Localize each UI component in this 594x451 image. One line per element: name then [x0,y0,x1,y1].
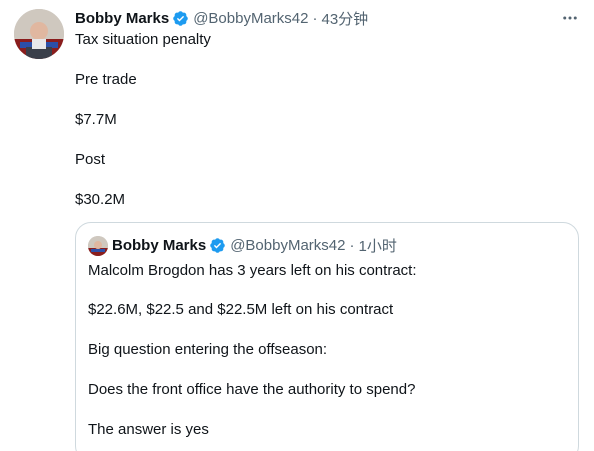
quoted-author-name: Bobby Marks [112,236,207,254]
author-handle[interactable]: @BobbyMarks42 [193,10,308,27]
quoted-text-line: $22.6M, $22.5 and $22.5M left on his con… [88,301,394,318]
quoted-tweet-card[interactable]: Bobby Marks @BobbyMarks42 · 1小时 Malcolm … [75,222,579,451]
separator-dot: · [312,9,318,27]
verified-badge-icon [172,10,189,27]
tweet-timestamp[interactable]: 43分钟 [321,8,368,29]
tweet-text-line: Tax situation penalty [75,31,211,48]
more-options-icon[interactable] [560,8,580,28]
tweet-text-line: $30.2M [75,191,126,208]
author-avatar[interactable] [14,9,64,59]
quoted-author-avatar [88,236,108,256]
quoted-text-line: Big question entering the offseason: [88,341,328,358]
tweet-header: Bobby Marks @BobbyMarks42 · 43分钟 [75,8,368,28]
tweet: Bobby Marks @BobbyMarks42 · 43分钟 Tax sit… [0,0,594,451]
quoted-text-line: Does the front office have the authority… [88,381,416,398]
quoted-author-handle: @BobbyMarks42 [230,236,346,254]
quoted-text-line: Malcolm Brogdon has 3 years left on his … [88,262,417,279]
separator-dot: · [349,236,355,254]
author-name[interactable]: Bobby Marks [75,10,169,27]
tweet-text-line: Pre trade [75,71,137,88]
quoted-text-line: The answer is yes [88,421,209,438]
tweet-text-line: Post [75,151,106,168]
tweet-text-line: $7.7M [75,111,117,128]
quoted-tweet-header: Bobby Marks @BobbyMarks42 · 1小时 [112,235,397,255]
quoted-tweet-timestamp: 1小时 [358,237,397,255]
verified-badge-icon [209,237,226,254]
